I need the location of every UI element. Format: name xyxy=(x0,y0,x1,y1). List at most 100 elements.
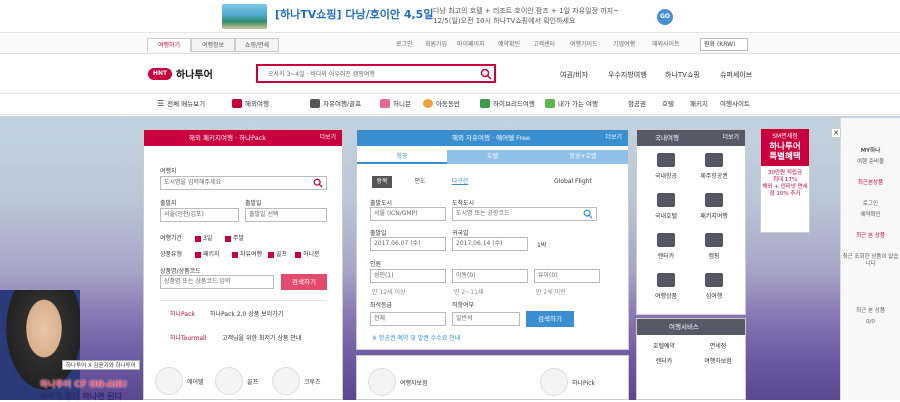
menu-package[interactable]: 패키지 xyxy=(690,98,708,108)
service-rentcar[interactable]: 렌터카 xyxy=(642,356,686,365)
domestic-panel-header: 국내여행 더보기 xyxy=(637,130,745,146)
package-search-button[interactable]: 검색하기 xyxy=(281,274,327,290)
destination-input[interactable]: 도시명을 입력해주세요 xyxy=(160,176,327,190)
checkbox[interactable] xyxy=(195,251,201,258)
adult-select[interactable]: 성인(1) xyxy=(370,269,446,283)
banner-title[interactable]: [하나TV쇼핑] 다낭/호이안 4,5일 xyxy=(275,6,433,22)
nav-supersave[interactable]: 슈퍼세이브 xyxy=(720,70,752,80)
type-free[interactable]: 자유여행 xyxy=(232,249,262,258)
menu-my-trip[interactable]: 내가 가는 여행 xyxy=(545,98,598,108)
service-dutyfree[interactable]: 면세점 xyxy=(696,341,740,350)
trip-roundtrip[interactable]: 왕복 xyxy=(372,176,392,188)
domestic-item[interactable]: 렌터카 xyxy=(642,228,690,268)
domestic-item[interactable]: 캠핑 xyxy=(690,228,738,268)
product-name-input[interactable]: 상품명 또는 상품코드 입력 xyxy=(160,275,274,289)
quick-pick[interactable]: 하나Pick xyxy=(540,368,595,396)
tab-flight-hotel[interactable]: 항공+호텔 xyxy=(538,150,628,164)
nav-hana-tv[interactable]: 하나TV쇼핑 xyxy=(665,70,700,80)
checkbox[interactable] xyxy=(225,235,231,242)
domestic-item[interactable]: 섬여행 xyxy=(690,268,738,308)
customer-center-link[interactable]: 고객센터 xyxy=(533,39,555,48)
trip-oneway[interactable]: 편도 xyxy=(410,176,430,188)
tab-travel[interactable]: 여행하기 xyxy=(147,38,191,52)
domestic-item[interactable]: 국내호텔 xyxy=(642,188,690,228)
depart-select[interactable]: 서울(인천/김포) xyxy=(160,208,239,222)
search-icon[interactable] xyxy=(313,178,323,188)
checkbox[interactable] xyxy=(268,251,274,258)
nav-regional[interactable]: 우수지방여행 xyxy=(608,70,647,80)
menu-free-golf[interactable]: 자유여행/골프 xyxy=(310,98,361,108)
all-menu-button[interactable]: ☰ 전체 메뉴보기 xyxy=(157,98,205,109)
menu-overseas[interactable]: 해외여행 xyxy=(232,98,269,108)
quick-golf[interactable]: 골프 xyxy=(215,367,258,395)
search-input[interactable]: 오사카 3~4일 · 바다와 어우러진 캠핑여행 xyxy=(268,69,375,78)
quick-airtel[interactable]: 에어텔 xyxy=(155,367,204,395)
menu-hotel[interactable]: 호텔 xyxy=(662,98,674,108)
banner-go-button[interactable]: GO xyxy=(657,9,673,25)
domestic-item[interactable]: 여행상품 xyxy=(642,268,690,308)
domestic-more-link[interactable]: 더보기 xyxy=(722,130,739,146)
infant-select[interactable]: 유아(0) xyxy=(534,269,600,283)
checkbox[interactable] xyxy=(195,235,201,242)
direct-select[interactable]: 일반석 xyxy=(452,312,520,326)
type-golf[interactable]: 골프 xyxy=(268,249,287,258)
menu-flight[interactable]: 항공권 xyxy=(628,98,646,108)
cf-promo[interactable]: 하나투어 X 김윤기와 하나투어 하나투어 CF ON-AIR! 해외가 좋다 … xyxy=(40,360,152,401)
quick-insurance[interactable]: 여행자보험 xyxy=(368,368,428,396)
air-footnote[interactable]: ※ 항공권 예약 및 발권 수수료 안내 xyxy=(372,333,460,342)
flight-class[interactable]: Global Flight xyxy=(554,178,592,185)
close-icon[interactable]: ✕ xyxy=(831,128,841,138)
domestic-item[interactable]: 국내항공 xyxy=(642,148,690,188)
tab-travel-info[interactable]: 여행정보 xyxy=(191,38,235,52)
menu-travel-site[interactable]: 여행사이트 xyxy=(720,98,750,108)
corporate-link[interactable]: 기업여행 xyxy=(613,39,635,48)
tab-shopping[interactable]: 쇼핑/면세 xyxy=(235,38,279,52)
service-hotel[interactable]: 호텔예약 xyxy=(642,341,686,350)
service-insurance[interactable]: 여행자보험 xyxy=(696,356,740,365)
date-select[interactable]: 출발일 선택 xyxy=(245,208,327,222)
menu-hybrid[interactable]: 하이브리드여행 xyxy=(480,98,535,108)
domestic-item[interactable]: 제주항공권 xyxy=(690,148,738,188)
domestic-item[interactable]: 패키지여행 xyxy=(690,188,738,228)
mypage-link[interactable]: 마이페이지 xyxy=(457,39,485,48)
air-search-button[interactable]: 검색하기 xyxy=(526,311,574,327)
tab-hotel[interactable]: 호텔 xyxy=(447,150,538,164)
promo-tag: SM면세점 xyxy=(761,129,809,142)
top-banner[interactable]: [하나TV쇼핑] 다낭/호이안 4,5일 다낭 최고의 호텔 + 리조트 호이안… xyxy=(0,0,900,33)
side-promo[interactable]: SM면세점 하나투어 특별혜택 30만원 적립금 최대 17% 해외 + 인터넷… xyxy=(760,128,810,233)
reservation-link[interactable]: 예약확인 xyxy=(498,39,520,48)
currency-select[interactable]: 원화 (KRW) xyxy=(700,38,748,51)
quick-cruise[interactable]: 크루즈 xyxy=(272,367,321,395)
search-icon[interactable] xyxy=(583,209,593,219)
air-more-link[interactable]: 더보기 xyxy=(605,130,622,146)
return-date-input[interactable]: 2017.06.14 (수) xyxy=(452,237,528,251)
trip-multi[interactable]: 다구간 xyxy=(448,176,472,188)
global-site-link[interactable]: 해외사이트 xyxy=(652,39,680,48)
menu-honeymoon[interactable]: 허니문 xyxy=(380,98,411,108)
guide-link[interactable]: 여행가이드 xyxy=(570,39,598,48)
to-city-input[interactable]: 도시명 또는 공항코드 xyxy=(452,207,597,221)
logo[interactable]: HNT 하나투어 xyxy=(148,66,213,81)
type-package[interactable]: 패키지 xyxy=(195,249,220,258)
period-weekend[interactable]: 주말 xyxy=(225,233,244,242)
notice-link-1[interactable]: 하나Pack 2.0 상품 보러가기 xyxy=(210,309,283,318)
login-link[interactable]: 로그인 xyxy=(396,39,413,48)
menu-kids[interactable]: 아동동반 xyxy=(423,98,460,108)
search-bar[interactable]: 오사카 3~4일 · 바다와 어우러진 캠핑여행 xyxy=(256,64,496,83)
seat-select[interactable]: 전체 xyxy=(370,312,446,326)
tab-flight[interactable]: 항공 xyxy=(357,150,447,164)
checkbox[interactable] xyxy=(232,251,238,258)
period-3day[interactable]: 3일 xyxy=(195,233,212,242)
notice-link-2[interactable]: 고객님을 위한 최저가 상품 안내 xyxy=(222,333,301,342)
nav-passport[interactable]: 여권/비자 xyxy=(560,70,588,80)
island-icon xyxy=(705,273,723,287)
type-honeymoon[interactable]: 허니문 xyxy=(295,249,320,258)
search-icon[interactable] xyxy=(480,68,492,80)
from-city-input[interactable]: 서울 (ICN/GMP) xyxy=(370,207,446,221)
signup-link[interactable]: 회원가입 xyxy=(425,39,447,48)
checkbox[interactable] xyxy=(295,251,301,258)
child-select[interactable]: 아동(0) xyxy=(452,269,528,283)
package-more-link[interactable]: 더보기 xyxy=(319,130,336,146)
depart-date-input[interactable]: 2017.06.07 (수) xyxy=(370,237,446,251)
infant-help: 만 2세 미만 xyxy=(536,289,566,296)
